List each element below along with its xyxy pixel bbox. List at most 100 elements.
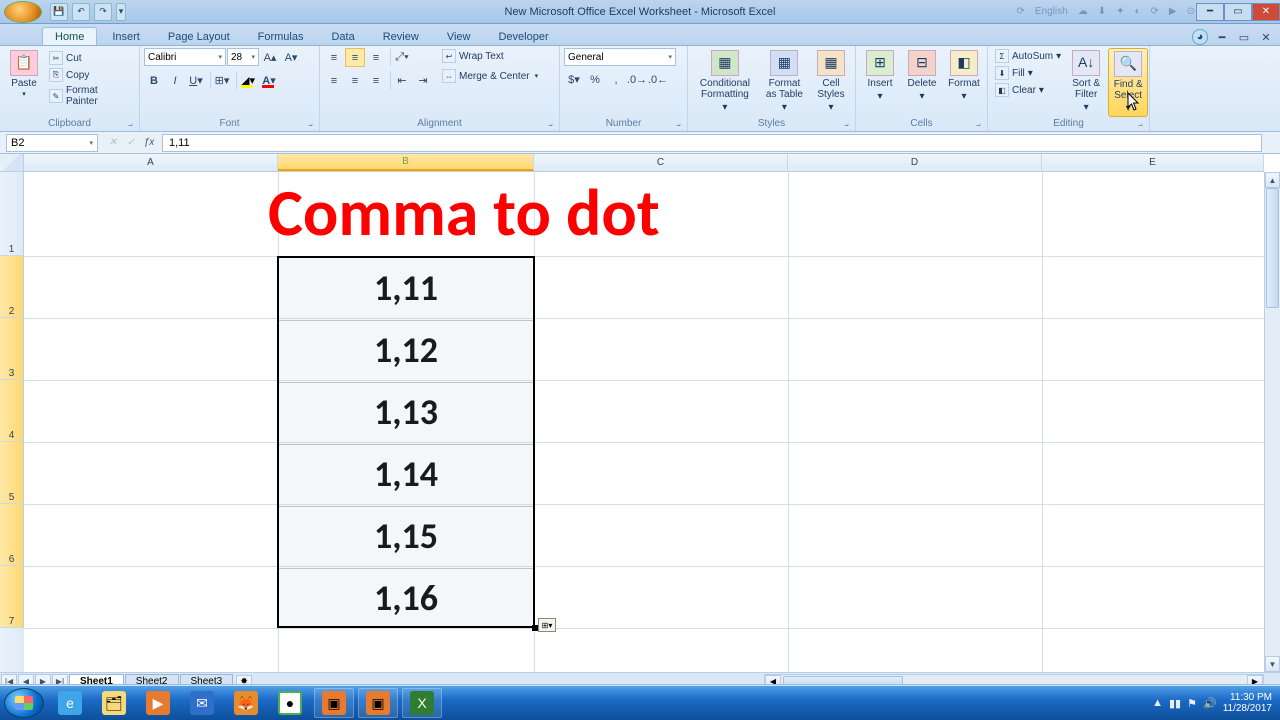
wrap-text-button[interactable]: ↩Wrap Text — [439, 48, 541, 64]
cell-styles-button[interactable]: ▦Cell Styles▾ — [811, 48, 851, 115]
tab-insert[interactable]: Insert — [99, 27, 153, 45]
help-icon[interactable]: ◕ — [1192, 29, 1208, 45]
font-color-button[interactable]: A▾ — [259, 71, 279, 90]
delete-cells-button[interactable]: ⊟Delete▾ — [902, 48, 942, 104]
font-size-select[interactable]: 28▾ — [227, 48, 259, 66]
align-top-icon[interactable]: ≡ — [324, 48, 344, 67]
tab-formulas[interactable]: Formulas — [245, 27, 317, 45]
qat-save-icon[interactable]: 💾 — [50, 3, 68, 21]
font-name-select[interactable]: Calibri▾ — [144, 48, 226, 66]
row-header-2[interactable]: 2 — [0, 256, 24, 318]
bold-button[interactable]: B — [144, 71, 164, 90]
select-all-corner[interactable] — [0, 154, 24, 171]
tab-view[interactable]: View — [434, 27, 484, 45]
shrink-font-icon[interactable]: A▾ — [281, 48, 301, 67]
align-right-icon[interactable]: ≡ — [366, 71, 386, 90]
taskbar-excel-icon[interactable]: X — [402, 688, 442, 718]
merge-center-button[interactable]: ⇔Merge & Center▾ — [439, 68, 541, 84]
col-header-E[interactable]: E — [1042, 154, 1264, 171]
tray-clock[interactable]: 11:30 PM 11/28/2017 — [1223, 692, 1272, 714]
align-center-icon[interactable]: ≡ — [345, 71, 365, 90]
language-label: English — [1035, 6, 1068, 17]
taskbar-firefox-icon[interactable]: 🦊 — [226, 688, 266, 718]
format-painter-button[interactable]: ✎Format Painter — [46, 84, 135, 108]
align-middle-icon[interactable]: ≡ — [345, 48, 365, 67]
minimize-ribbon-icon[interactable]: ━ — [1214, 29, 1230, 45]
number-format-select[interactable]: General▾ — [564, 48, 676, 66]
restore-window-icon[interactable]: ▭ — [1236, 29, 1252, 45]
taskbar-ie-icon[interactable]: e — [50, 688, 90, 718]
tab-data[interactable]: Data — [318, 27, 367, 45]
taskbar-chrome-icon[interactable]: ● — [270, 688, 310, 718]
tab-review[interactable]: Review — [370, 27, 432, 45]
align-left-icon[interactable]: ≡ — [324, 71, 344, 90]
close-workbook-icon[interactable]: ✕ — [1258, 29, 1274, 45]
clear-button[interactable]: ◧Clear▾ — [992, 82, 1064, 98]
col-header-B[interactable]: B — [278, 154, 534, 171]
minimize-button[interactable]: ━ — [1196, 3, 1224, 21]
qat-redo-icon[interactable]: ↷ — [94, 3, 112, 21]
italic-button[interactable]: I — [165, 71, 185, 90]
cell-b3: 1,12 — [278, 328, 534, 372]
taskbar-app1-icon[interactable]: ▣ — [314, 688, 354, 718]
tray-flag-icon[interactable]: ⚑ — [1187, 697, 1197, 710]
sort-filter-button[interactable]: A↓Sort & Filter▾ — [1066, 48, 1106, 115]
cell-grid[interactable]: Comma to dot 1,11 1,12 1,13 1,14 1,15 1,… — [24, 172, 1264, 672]
row-header-4[interactable]: 4 — [0, 380, 24, 442]
paste-button[interactable]: 📋 Paste▾ — [4, 48, 44, 101]
tab-home[interactable]: Home — [42, 27, 97, 45]
taskbar-app2-icon[interactable]: ▣ — [358, 688, 398, 718]
comma-format-icon[interactable]: , — [606, 70, 626, 89]
align-bottom-icon[interactable]: ≡ — [366, 48, 386, 67]
tray-volume-icon[interactable]: 🔊 — [1203, 697, 1217, 710]
col-header-C[interactable]: C — [534, 154, 788, 171]
close-button[interactable]: ✕ — [1252, 3, 1280, 21]
start-button[interactable] — [4, 688, 44, 718]
vertical-scrollbar[interactable]: ▲ ▼ — [1264, 172, 1280, 672]
col-header-D[interactable]: D — [788, 154, 1042, 171]
decrease-decimal-icon[interactable]: .0← — [648, 70, 668, 89]
orientation-icon[interactable]: ⤢▾ — [392, 48, 412, 67]
tab-developer[interactable]: Developer — [485, 27, 561, 45]
row-header-5[interactable]: 5 — [0, 442, 24, 504]
autosum-button[interactable]: ΣAutoSum▾ — [992, 48, 1064, 64]
increase-indent-icon[interactable]: ⇥ — [413, 71, 433, 90]
conditional-formatting-button[interactable]: ▦Conditional Formatting▾ — [692, 48, 758, 115]
percent-format-icon[interactable]: % — [585, 70, 605, 89]
copy-button[interactable]: ⎘Copy — [46, 67, 135, 83]
fill-button[interactable]: ⬇Fill▾ — [992, 65, 1064, 81]
row-header-7[interactable]: 7 — [0, 566, 24, 628]
name-box[interactable]: B2▾ — [6, 134, 98, 152]
office-button[interactable] — [4, 1, 42, 23]
cut-button[interactable]: ✂Cut — [46, 50, 135, 66]
tray-up-icon[interactable]: ▲ — [1152, 697, 1163, 709]
enter-formula-icon[interactable]: ✓ — [122, 134, 140, 152]
insert-cells-button[interactable]: ⊞Insert▾ — [860, 48, 900, 104]
taskbar-media-player-icon[interactable]: ▶ — [138, 688, 178, 718]
cancel-formula-icon[interactable]: ✕ — [104, 134, 122, 152]
maximize-button[interactable]: ▭ — [1224, 3, 1252, 21]
row-header-1[interactable]: 1 — [0, 172, 24, 256]
formula-input[interactable]: 1,11 — [162, 134, 1262, 152]
accounting-format-icon[interactable]: $▾ — [564, 70, 584, 89]
qat-customize-icon[interactable]: ▾ — [116, 3, 126, 21]
border-button[interactable]: ⊞▾ — [212, 71, 232, 90]
grow-font-icon[interactable]: A▴ — [260, 48, 280, 67]
find-select-button[interactable]: 🔍Find & Select▾ — [1108, 48, 1148, 117]
taskbar-explorer-icon[interactable]: 🗂 — [94, 688, 134, 718]
autofill-options-icon[interactable]: ⊞▾ — [538, 618, 556, 632]
qat-undo-icon[interactable]: ↶ — [72, 3, 90, 21]
row-header-3[interactable]: 3 — [0, 318, 24, 380]
format-cells-button[interactable]: ◧Format▾ — [944, 48, 984, 104]
format-as-table-button[interactable]: ▦Format as Table▾ — [760, 48, 809, 115]
col-header-A[interactable]: A — [24, 154, 278, 171]
tray-network-icon[interactable]: ▮▮ — [1169, 697, 1181, 710]
decrease-indent-icon[interactable]: ⇤ — [392, 71, 412, 90]
tab-page-layout[interactable]: Page Layout — [155, 27, 243, 45]
fill-color-button[interactable]: ◢▾ — [238, 71, 258, 90]
taskbar-mail-icon[interactable]: ✉ — [182, 688, 222, 718]
fx-icon[interactable]: ƒx — [140, 134, 158, 152]
increase-decimal-icon[interactable]: .0→ — [627, 70, 647, 89]
row-header-6[interactable]: 6 — [0, 504, 24, 566]
underline-button[interactable]: U▾ — [186, 71, 206, 90]
